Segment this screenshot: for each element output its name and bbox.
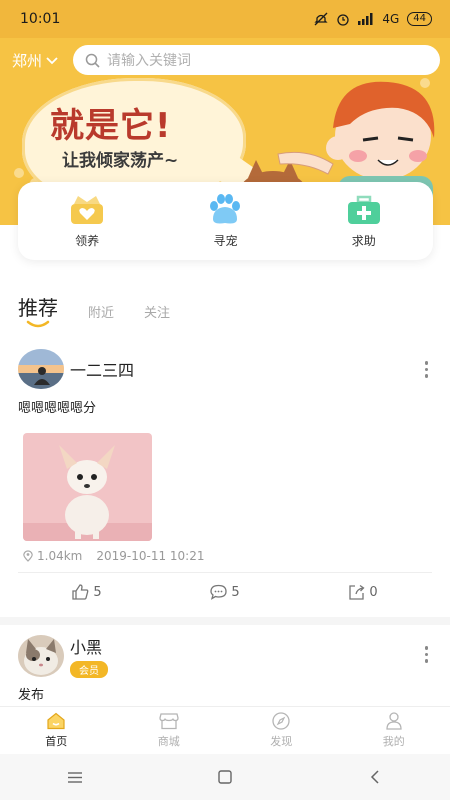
back-icon <box>370 770 379 784</box>
avatar[interactable] <box>18 349 64 389</box>
nav-profile-label: 我的 <box>382 735 405 748</box>
avatar-image <box>18 349 64 389</box>
battery-indicator: 44 <box>407 12 432 26</box>
nav-shop-label: 商城 <box>157 735 180 748</box>
menu-button[interactable] <box>55 762 95 792</box>
post-divider <box>18 572 432 573</box>
like-button[interactable]: 5 <box>72 584 102 600</box>
shop-icon <box>159 713 179 730</box>
mute-icon <box>314 12 328 26</box>
member-badge: 会员 <box>70 661 108 678</box>
nav-home[interactable]: 首页 <box>21 712 91 749</box>
more-options-icon[interactable] <box>421 644 433 665</box>
bottom-navigation: 首页 商城 发现 我的 <box>0 706 450 754</box>
menu-icon <box>68 771 82 783</box>
adopt-label: 领养 <box>75 233 100 248</box>
section-separator <box>0 617 450 625</box>
nav-home-label: 首页 <box>45 735 68 748</box>
app-screen: 10:01 4G 44 就是它! 让我倾家荡产~ 郑州 请输入关键词 领养 寻宠… <box>0 0 450 800</box>
post-content: 嗯嗯嗯嗯嗯分 <box>18 401 97 416</box>
paw-decoration <box>14 168 24 178</box>
comment-button[interactable]: 5 <box>210 584 240 600</box>
post-content: 发布 <box>18 688 45 703</box>
post-photo[interactable] <box>23 433 152 541</box>
system-navigation-bar <box>0 754 450 800</box>
avatar[interactable] <box>18 635 64 677</box>
city-selector[interactable]: 郑州 <box>12 50 58 71</box>
help-label: 求助 <box>351 233 376 248</box>
comment-count: 5 <box>231 584 240 600</box>
square-icon <box>218 770 232 784</box>
chevron-down-icon <box>46 56 58 64</box>
adopt-icon <box>71 195 104 224</box>
paw-icon <box>210 193 241 223</box>
banner-headline: 就是它! <box>50 106 172 146</box>
tab-nearby-label: 附近 <box>88 306 115 321</box>
help-button[interactable]: 求助 <box>314 194 414 249</box>
share-icon <box>349 584 365 600</box>
tab-following-label: 关注 <box>144 306 171 321</box>
tab-active-indicator <box>26 320 50 328</box>
user-icon <box>386 712 402 730</box>
network-type: 4G <box>382 12 400 26</box>
user-info: 小黑 会员 <box>70 634 108 678</box>
location-icon <box>23 550 33 562</box>
search-input[interactable] <box>107 52 407 68</box>
post-header: 一二三四 <box>18 349 432 389</box>
status-icons: 4G 44 <box>314 12 432 26</box>
nav-profile[interactable]: 我的 <box>359 712 429 749</box>
post-username[interactable]: 小黑 <box>70 634 108 658</box>
find-pet-button[interactable]: 寻宠 <box>175 193 275 249</box>
like-count: 5 <box>93 584 102 600</box>
adopt-button[interactable]: 领养 <box>37 194 137 249</box>
post-timestamp: 2019-10-11 10:21 <box>96 549 205 563</box>
distance-text: 1.04km <box>37 549 83 563</box>
search-icon <box>85 53 100 68</box>
tab-recommend[interactable]: 推荐 <box>18 292 58 328</box>
alarm-icon <box>337 14 349 26</box>
back-button[interactable] <box>355 762 395 792</box>
feed-post[interactable]: 小黑 会员 发布 <box>18 634 432 703</box>
home-button[interactable] <box>205 762 245 792</box>
banner-subline: 让我倾家荡产~ <box>62 151 179 171</box>
status-time: 10:01 <box>20 11 61 27</box>
find-pet-label: 寻宠 <box>213 233 238 248</box>
tab-following[interactable]: 关注 <box>144 302 170 321</box>
tab-nearby[interactable]: 附近 <box>88 302 114 321</box>
status-bar: 10:01 4G 44 <box>0 0 450 38</box>
post-username[interactable]: 一二三四 <box>70 357 134 381</box>
feed-post[interactable]: 一二三四 嗯嗯嗯嗯嗯分 1.04km 2019-10-11 10:21 5 5 … <box>18 349 432 600</box>
compass-icon <box>272 712 290 730</box>
nav-discover[interactable]: 发现 <box>246 712 316 749</box>
search-bar[interactable] <box>73 45 440 75</box>
quick-actions-card: 领养 寻宠 求助 <box>18 182 433 260</box>
share-count: 0 <box>369 584 378 600</box>
more-options-icon[interactable] <box>421 359 433 380</box>
comment-icon <box>210 584 228 600</box>
post-header: 小黑 会员 <box>18 634 432 678</box>
puppy-image <box>23 433 152 541</box>
nav-shop[interactable]: 商城 <box>134 712 204 749</box>
post-actions: 5 5 0 <box>18 584 432 600</box>
nav-discover-label: 发现 <box>270 735 293 748</box>
post-meta: 1.04km 2019-10-11 10:21 <box>23 549 205 563</box>
tab-recommend-label: 推荐 <box>18 296 58 320</box>
signal-icon <box>358 13 373 25</box>
feed-tabs: 推荐 附近 关注 <box>18 292 170 328</box>
first-aid-icon <box>347 195 380 224</box>
avatar-image <box>18 635 64 677</box>
post-distance: 1.04km <box>23 549 82 563</box>
share-button[interactable]: 0 <box>348 584 378 600</box>
city-label: 郑州 <box>12 52 43 70</box>
thumbs-up-icon <box>72 584 89 600</box>
home-icon <box>47 712 65 730</box>
